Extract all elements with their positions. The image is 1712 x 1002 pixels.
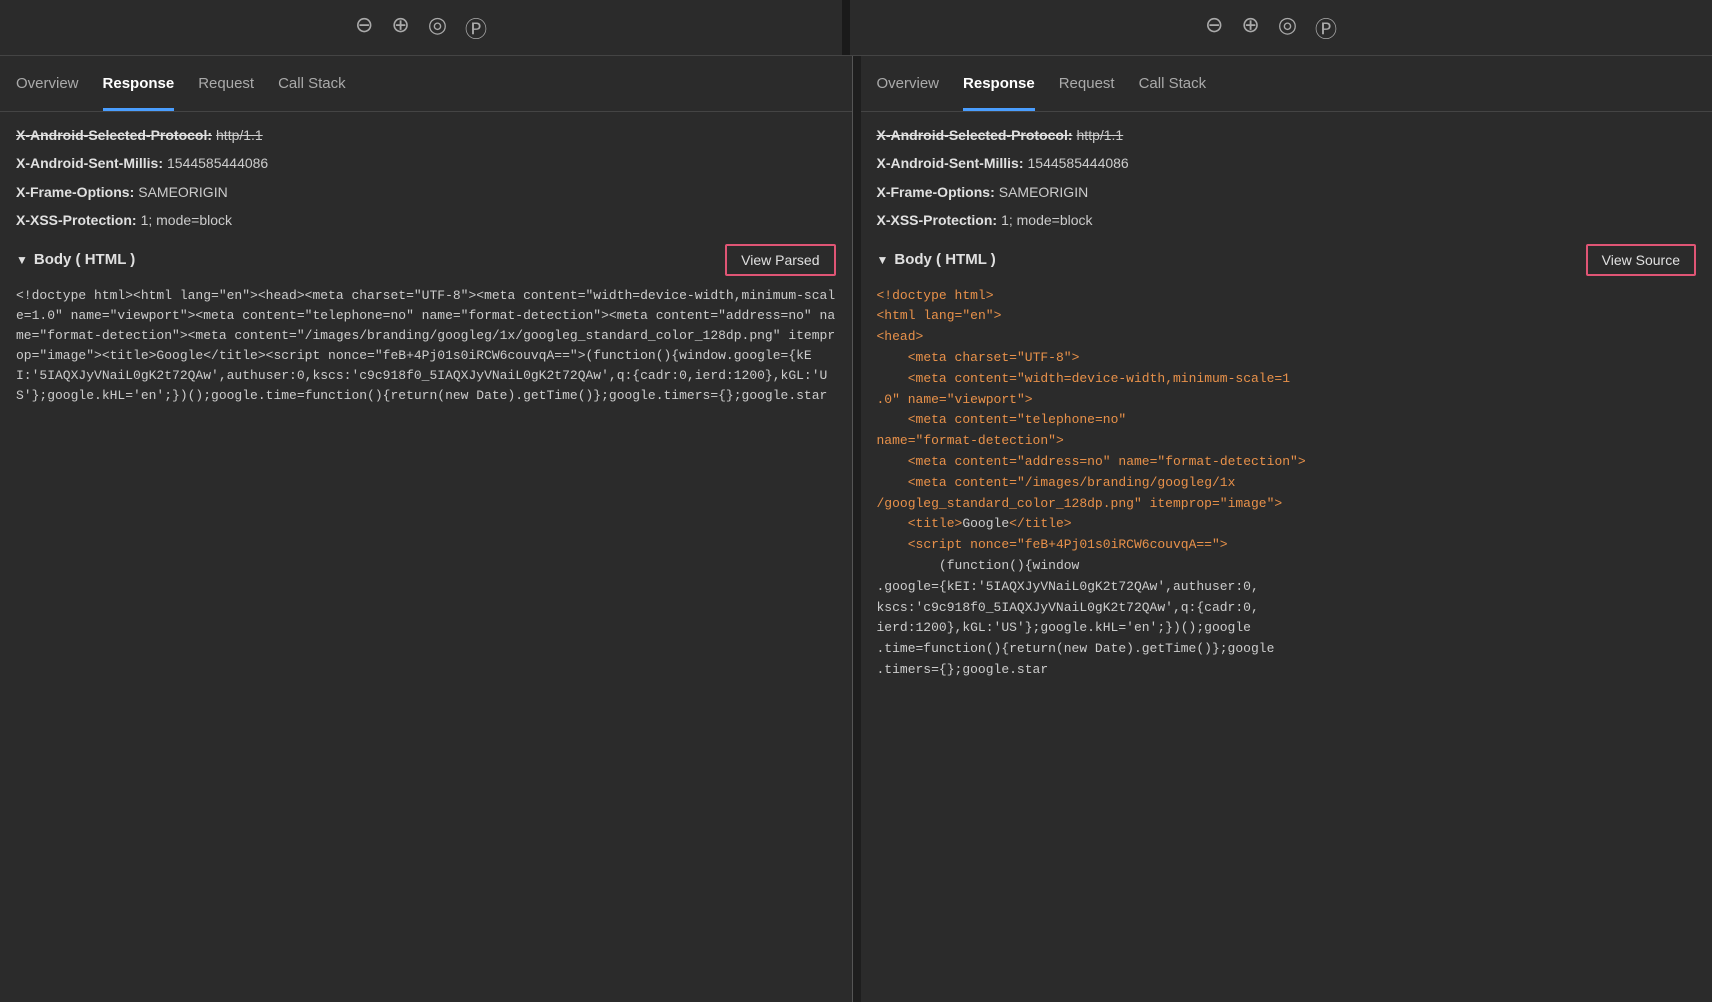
left-header-millis: X-Android-Sent-Millis: 1544585444086	[16, 152, 836, 174]
view-source-button[interactable]: View Source	[1586, 244, 1696, 276]
right-tab-bar: Overview Response Request Call Stack	[861, 56, 1712, 112]
right-body-title: Body ( HTML )	[894, 251, 995, 268]
right-header-xss: X-XSS-Protection: 1; mode=block	[877, 209, 1697, 231]
left-panel: Overview Response Request Call Stack X-A…	[0, 56, 853, 1002]
left-content-area: X-Android-Selected-Protocol: http/1.1 X-…	[0, 112, 852, 1002]
right-header-protocol: X-Android-Selected-Protocol: http/1.1	[877, 124, 1697, 146]
left-body-triangle-icon: ▼	[16, 253, 28, 267]
right-body-html-code: <!doctype html> <html lang="en"> <head> …	[877, 286, 1697, 681]
right-body-triangle-icon: ▼	[877, 253, 889, 267]
left-tab-request[interactable]: Request	[198, 56, 254, 111]
left-header-frame-options: X-Frame-Options: SAMEORIGIN	[16, 181, 836, 203]
record-icon-right[interactable]: ◎	[1278, 12, 1297, 44]
left-header-xss: X-XSS-Protection: 1; mode=block	[16, 209, 836, 231]
right-body-section-header: ▼ Body ( HTML ) View Source	[877, 244, 1697, 276]
pause-icon-right[interactable]: Ⓟ	[1315, 12, 1337, 44]
zoom-icon-right[interactable]: ⊕	[1241, 12, 1259, 44]
left-tab-bar: Overview Response Request Call Stack	[0, 56, 852, 112]
left-tab-callstack[interactable]: Call Stack	[278, 56, 346, 111]
minimize-icon-left[interactable]: ⊖	[355, 12, 373, 44]
left-tab-response[interactable]: Response	[103, 56, 175, 111]
panel-divider	[853, 56, 861, 1002]
right-panel: Overview Response Request Call Stack X-A…	[861, 56, 1712, 1002]
right-tab-response[interactable]: Response	[963, 56, 1035, 111]
right-tab-callstack[interactable]: Call Stack	[1139, 56, 1207, 111]
right-tab-overview[interactable]: Overview	[877, 56, 940, 111]
record-icon-left[interactable]: ◎	[428, 12, 447, 44]
left-body-content: <!doctype html><html lang="en"><head><me…	[16, 286, 836, 407]
right-header-millis: X-Android-Sent-Millis: 1544585444086	[877, 152, 1697, 174]
zoom-icon-left[interactable]: ⊕	[391, 12, 409, 44]
left-window-controls: ⊖ ⊕ ◎ Ⓟ	[0, 12, 842, 44]
pause-icon-left[interactable]: Ⓟ	[465, 12, 487, 44]
minimize-icon-right[interactable]: ⊖	[1205, 12, 1223, 44]
right-window-controls: ⊖ ⊕ ◎ Ⓟ	[850, 12, 1692, 44]
right-tab-request[interactable]: Request	[1059, 56, 1115, 111]
left-header-protocol: X-Android-Selected-Protocol: http/1.1	[16, 124, 836, 146]
right-content-area: X-Android-Selected-Protocol: http/1.1 X-…	[861, 112, 1712, 1002]
left-tab-overview[interactable]: Overview	[16, 56, 79, 111]
right-header-frame-options: X-Frame-Options: SAMEORIGIN	[877, 181, 1697, 203]
left-body-section-header: ▼ Body ( HTML ) View Parsed	[16, 244, 836, 276]
left-body-title: Body ( HTML )	[34, 251, 135, 268]
view-parsed-button[interactable]: View Parsed	[725, 244, 835, 276]
